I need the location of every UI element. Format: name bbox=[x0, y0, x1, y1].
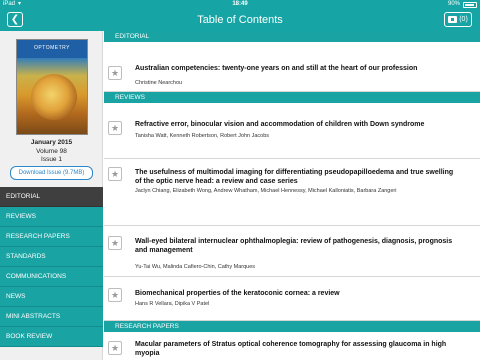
issue-volume: Volume 98 bbox=[36, 148, 67, 155]
status-time: 18:49 bbox=[232, 1, 248, 7]
menu-item-standards[interactable]: STANDARDS bbox=[0, 247, 103, 267]
section-header-reviews: REVIEWS bbox=[104, 92, 480, 103]
downloads-button[interactable]: (0) bbox=[444, 12, 472, 27]
star-icon: ★ bbox=[110, 237, 120, 248]
favorite-button[interactable]: ★ bbox=[108, 341, 122, 355]
article-authors: Christine Nearchou bbox=[135, 80, 183, 86]
navigation-bar: ❮ Table of Contents (0) bbox=[0, 9, 480, 31]
article-title: Wall-eyed bilateral internuclear ophthal… bbox=[135, 238, 453, 254]
article-authors: Yu-Tai Wu, Malinda Cafiero-Chin, Cathy M… bbox=[135, 264, 256, 270]
section-header-editorial: EDITORIAL bbox=[104, 31, 480, 42]
article-title: Biomechanical properties of the keratoco… bbox=[135, 290, 340, 297]
article-authors: Tanisha Watt, Kenneth Robertson, Robert … bbox=[135, 133, 270, 139]
status-right: 90% bbox=[448, 0, 477, 9]
article-list[interactable]: EDITORIAL ★ Australian competencies: twe… bbox=[104, 31, 480, 360]
journal-cover[interactable]: OPTOMETRY bbox=[16, 39, 88, 135]
article-title: The usefulness of multimodal imaging for… bbox=[135, 169, 454, 185]
menu-item-communications[interactable]: COMMUNICATIONS bbox=[0, 267, 103, 287]
favorite-button[interactable]: ★ bbox=[108, 66, 122, 80]
section-header-research-papers: RESEARCH PAPERS bbox=[104, 321, 480, 332]
favorite-button[interactable]: ★ bbox=[108, 288, 122, 302]
page-title: Table of Contents bbox=[197, 14, 283, 26]
article-row[interactable]: ★ Australian competencies: twenty-one ye… bbox=[104, 42, 480, 92]
menu-item-reviews[interactable]: REVIEWS bbox=[0, 207, 103, 227]
favorite-button[interactable]: ★ bbox=[108, 121, 122, 135]
menu-item-book-review[interactable]: BOOK REVIEW bbox=[0, 327, 103, 347]
favorite-button[interactable]: ★ bbox=[108, 167, 122, 181]
article-row[interactable]: ★ Biomechanical properties of the kerato… bbox=[104, 277, 480, 321]
favorite-button[interactable]: ★ bbox=[108, 236, 122, 250]
article-row[interactable]: ★ Macular parameters of Stratus optical … bbox=[104, 332, 480, 360]
star-icon: ★ bbox=[110, 67, 120, 78]
menu-item-editorial[interactable]: EDITORIAL bbox=[0, 187, 103, 207]
status-bar: iPad ▾ 18:49 90% bbox=[0, 0, 480, 9]
downloads-count: (0) bbox=[459, 16, 468, 23]
box-icon bbox=[448, 16, 458, 23]
section-menu: EDITORIAL REVIEWS RESEARCH PAPERS STANDA… bbox=[0, 187, 103, 347]
star-icon: ★ bbox=[110, 289, 120, 300]
issue-number: Issue 1 bbox=[41, 156, 62, 163]
star-icon: ★ bbox=[110, 122, 120, 133]
menu-item-research-papers[interactable]: RESEARCH PAPERS bbox=[0, 227, 103, 247]
article-title: Macular parameters of Stratus optical co… bbox=[135, 341, 447, 357]
battery-percent: 90% bbox=[447, 1, 460, 7]
article-title: Refractive error, binocular vision and a… bbox=[135, 121, 425, 128]
cover-title: OPTOMETRY bbox=[34, 45, 70, 51]
article-title: Australian competencies: twenty-one year… bbox=[135, 65, 418, 72]
issue-date: January 2015 bbox=[30, 139, 73, 146]
sidebar: OPTOMETRY January 2015 Volume 98 Issue 1… bbox=[0, 31, 103, 360]
battery-icon bbox=[463, 2, 477, 8]
article-row[interactable]: ★ Refractive error, binocular vision and… bbox=[104, 103, 480, 159]
cover-image bbox=[31, 74, 77, 120]
article-row[interactable]: ★ Wall-eyed bilateral internuclear ophth… bbox=[104, 226, 480, 277]
menu-item-mini-abstracts[interactable]: MINI ABSTRACTS bbox=[0, 307, 103, 327]
article-row[interactable]: ★ The usefulness of multimodal imaging f… bbox=[104, 159, 480, 226]
article-authors: Jaclyn Chiang, Elizabeth Wong, Andrew Wh… bbox=[135, 188, 397, 194]
download-issue-button[interactable]: Download Issue (9.7MB) bbox=[10, 166, 93, 180]
article-authors: Hans R Vellara, Dipika V Patel bbox=[135, 301, 210, 307]
star-icon: ★ bbox=[110, 342, 120, 353]
menu-item-news[interactable]: NEWS bbox=[0, 287, 103, 307]
star-icon: ★ bbox=[110, 168, 120, 179]
